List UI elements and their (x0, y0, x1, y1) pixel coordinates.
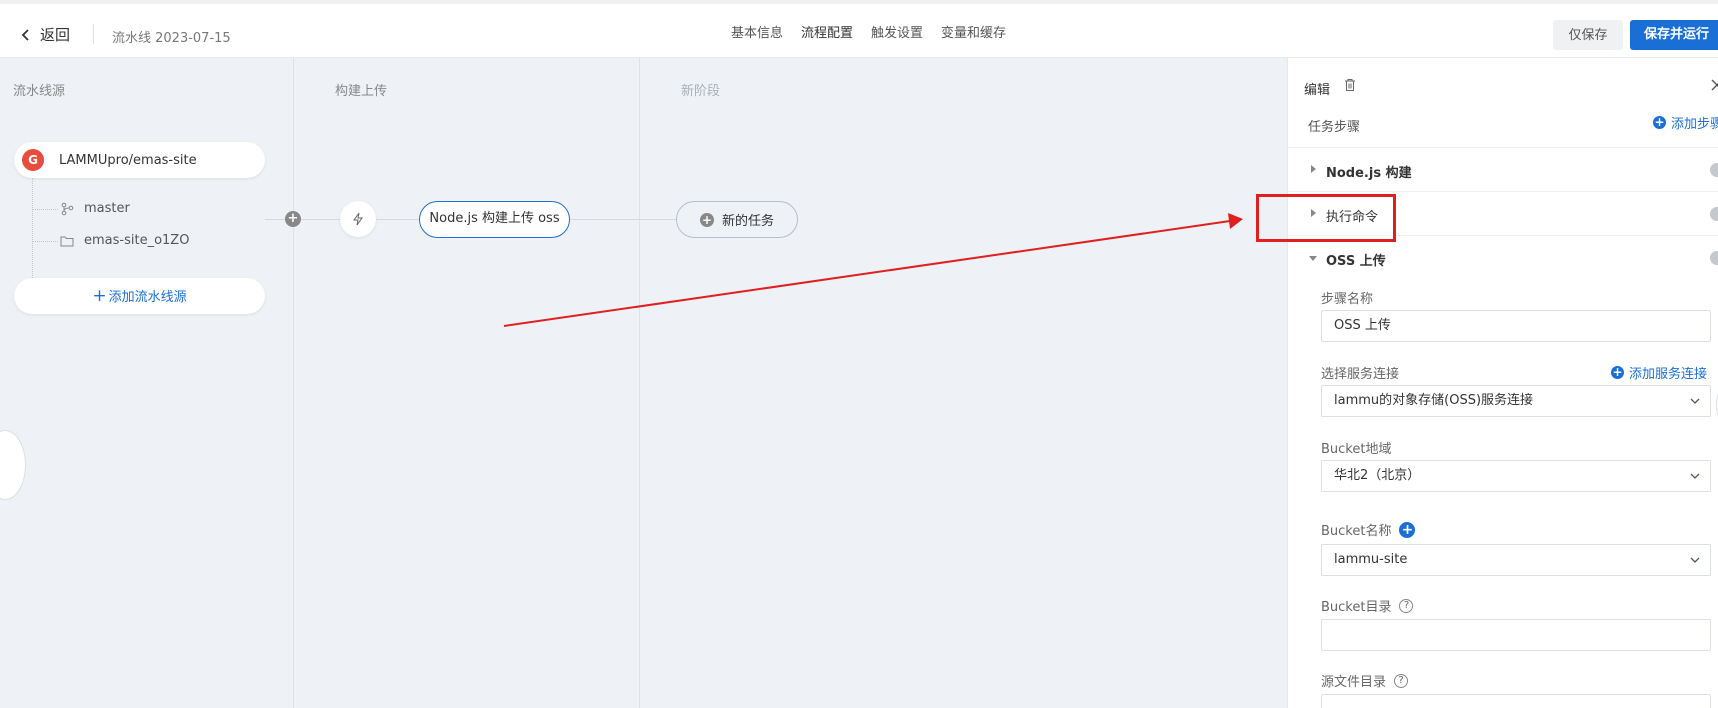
plus-icon: + (92, 286, 107, 306)
bucket-region-label-text: Bucket地域 (1321, 442, 1392, 457)
panel-header: 编辑 (1288, 58, 1718, 114)
stage-title-source: 流水线源 (13, 84, 66, 99)
add-stage-icon[interactable]: + (285, 211, 301, 227)
add-pipeline-source-button[interactable]: + 添加流水线源 (14, 278, 265, 314)
bucket-name-label-text: Bucket名称 (1321, 524, 1392, 539)
step-name-input[interactable]: OSS 上传 (1321, 310, 1711, 342)
stage-title-build[interactable]: 构建上传 (335, 80, 387, 99)
branch-name: master (84, 201, 130, 216)
bucket-dir-label-text: Bucket目录 (1321, 600, 1392, 615)
service-connection-label-text: 选择服务连接 (1321, 367, 1400, 382)
bucket-region-select[interactable]: 华北2（北京） (1321, 460, 1711, 492)
back-button[interactable]: 返回 (20, 24, 70, 45)
tab-flow-config[interactable]: 流程配置 (792, 4, 862, 62)
workdir-name: emas-site_o1ZO (84, 233, 190, 248)
source-dir-label-text: 源文件目录 (1321, 675, 1387, 690)
remove-step-icon[interactable] (1710, 251, 1718, 265)
plus-circle-icon: + (1653, 115, 1666, 129)
step-row-nodejs-build[interactable]: Node.js 构建 (1288, 147, 1718, 191)
add-step-label: 添加步骤 (1671, 117, 1718, 132)
service-connection-value: lammu的对象存储(OSS)服务连接 (1334, 393, 1534, 408)
source-workdir: emas-site_o1ZO (60, 233, 189, 248)
flow-connector (376, 219, 419, 220)
tab-variables-cache[interactable]: 变量和缓存 (932, 4, 1015, 62)
step-label: OSS 上传 (1326, 254, 1386, 269)
chevron-left-icon (21, 28, 29, 41)
bucket-region-label: Bucket地域 (1321, 438, 1391, 457)
add-step-button[interactable]: + 添加步骤 (1653, 113, 1718, 132)
build-task-card[interactable]: Node.js 构建上传 oss (419, 201, 570, 238)
add-source-label: 添加流水线源 (108, 290, 187, 305)
highlight-box (1256, 194, 1396, 242)
save-only-button[interactable]: 仅保存 (1553, 20, 1623, 50)
bucket-dir-input[interactable] (1321, 619, 1711, 651)
stage-divider (293, 58, 294, 708)
tab-trigger-settings[interactable]: 触发设置 (862, 4, 932, 62)
back-label: 返回 (40, 26, 71, 44)
panel-title: 编辑 (1304, 83, 1331, 98)
top-header: 返回 流水线 2023-07-15 基本信息 流程配置 触发设置 变量和缓存 仅… (0, 0, 1718, 62)
help-icon[interactable]: ? (1394, 673, 1409, 688)
bucket-name-select[interactable]: lammu-site (1321, 544, 1711, 576)
plus-circle-icon: + (699, 212, 714, 227)
flow-connector (570, 219, 676, 220)
new-task-button[interactable]: + 新的任务 (676, 201, 798, 238)
branch-icon (61, 202, 74, 215)
source-repo-name: LAMMUpro/emas-site (59, 152, 197, 168)
chevron-down-icon (1690, 473, 1700, 479)
remove-step-icon[interactable] (1710, 207, 1718, 221)
close-icon[interactable] (1710, 78, 1718, 92)
git-source-logo-icon: G (22, 149, 44, 171)
step-name-label-text: 步骤名称 (1321, 292, 1374, 307)
source-branch: master (60, 201, 130, 216)
caret-right-icon (1311, 165, 1316, 173)
source-dir-label: 源文件目录 ? (1321, 671, 1409, 690)
pipeline-source-card[interactable]: G LAMMUpro/emas-site (14, 142, 265, 178)
stage-trigger-button[interactable] (340, 201, 376, 237)
source-dir-input[interactable] (1321, 694, 1711, 708)
config-tabs: 基本信息 流程配置 触发设置 变量和缓存 (722, 4, 1015, 62)
edit-panel: 编辑 任务步骤 + 添加步骤 Node.js 构建 执行命令 OSS 上传 步骤… (1287, 58, 1718, 708)
flow-connector (265, 219, 285, 220)
trash-icon[interactable] (1343, 78, 1357, 92)
caret-down-icon (1309, 256, 1317, 261)
step-name-label: 步骤名称 (1321, 288, 1373, 307)
service-connection-select[interactable]: lammu的对象存储(OSS)服务连接 (1321, 385, 1711, 417)
chevron-down-icon (1690, 398, 1700, 404)
service-connection-label: 选择服务连接 (1321, 363, 1399, 382)
pipeline-canvas: 流水线源 构建上传 新阶段 G LAMMUpro/emas-site maste… (0, 58, 1287, 708)
bucket-region-value: 华北2（北京） (1334, 468, 1421, 483)
new-task-label: 新的任务 (721, 214, 774, 229)
folder-icon (60, 236, 74, 246)
add-bucket-icon[interactable]: + (1399, 521, 1416, 538)
header-divider (93, 24, 94, 44)
step-label: Node.js 构建 (1326, 166, 1412, 181)
lightning-icon (353, 212, 363, 226)
tree-connector (32, 178, 33, 278)
help-icon[interactable]: ? (1399, 598, 1414, 613)
chevron-down-icon (1690, 557, 1700, 563)
add-service-label: 添加服务连接 (1629, 367, 1708, 382)
remove-step-icon[interactable] (1710, 163, 1718, 177)
plus-circle-icon: + (1611, 365, 1624, 379)
tab-basic-info[interactable]: 基本信息 (722, 4, 792, 62)
canvas-edge-handle[interactable] (0, 430, 26, 500)
tree-connector (32, 241, 58, 242)
save-and-run-button[interactable]: 保存并运行 (1630, 20, 1718, 50)
bucket-name-label: Bucket名称 + (1321, 520, 1416, 539)
bucket-dir-label: Bucket目录 ? (1321, 596, 1414, 615)
bucket-name-value: lammu-site (1334, 552, 1408, 567)
stage-divider (639, 58, 640, 708)
tree-connector (32, 209, 58, 210)
flow-connector (301, 219, 340, 220)
task-steps-header: 任务步骤 (1308, 120, 1361, 135)
add-service-connection-button[interactable]: + 添加服务连接 (1611, 363, 1707, 382)
pipeline-name: 流水线 2023-07-15 (112, 31, 231, 46)
stage-title-new[interactable]: 新阶段 (681, 80, 720, 99)
